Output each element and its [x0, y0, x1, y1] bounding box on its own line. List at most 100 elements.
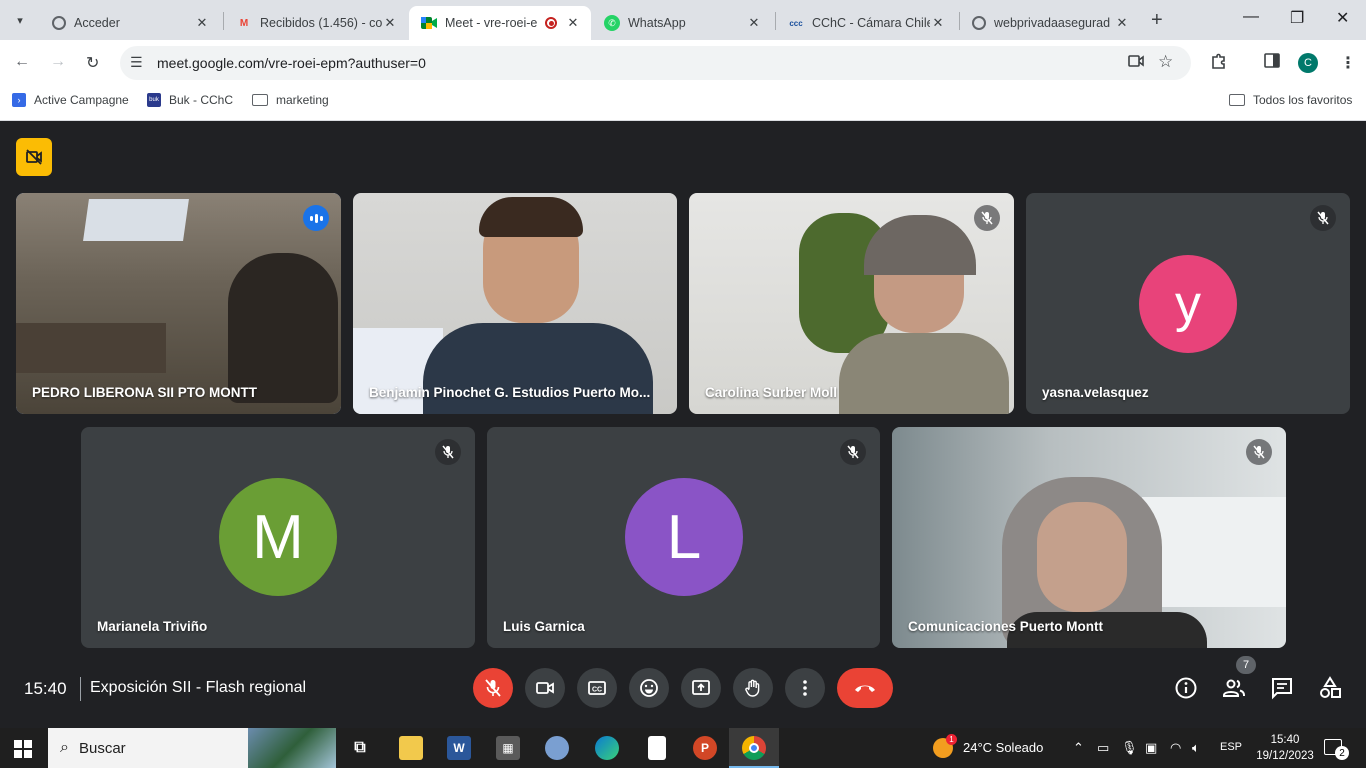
- volume-icon[interactable]: 🔈︎: [1192, 740, 1200, 756]
- powerpoint-icon[interactable]: P: [693, 736, 717, 760]
- minimize-button[interactable]: —: [1243, 8, 1259, 26]
- leave-call-button[interactable]: [837, 668, 893, 708]
- mic-toggle-button[interactable]: [473, 668, 513, 708]
- meet-icon: [421, 15, 437, 31]
- taskbar-clock[interactable]: 15:40 19/12/2023: [1255, 732, 1315, 764]
- weather-sun-icon[interactable]: 1: [933, 734, 957, 758]
- emoji-icon: [640, 679, 658, 697]
- chrome-taskbar-button[interactable]: [729, 728, 779, 768]
- people-icon: [1223, 679, 1245, 697]
- calculator-icon[interactable]: ▦: [496, 736, 520, 760]
- participant-name: Luis Garnica: [503, 619, 585, 634]
- chat-button[interactable]: [1268, 674, 1296, 702]
- participant-tile-luis[interactable]: L Luis Garnica: [487, 427, 880, 648]
- participant-tile-carolina[interactable]: Carolina Surber Moll: [689, 193, 1014, 414]
- raise-hand-button[interactable]: [733, 668, 773, 708]
- close-tab-icon[interactable]: ✕: [1114, 15, 1130, 31]
- svg-text:CC: CC: [592, 687, 602, 694]
- reactions-button[interactable]: [629, 668, 669, 708]
- present-screen-button[interactable]: [681, 668, 721, 708]
- reload-button[interactable]: ↻: [86, 53, 99, 73]
- hang-up-icon: [855, 685, 875, 692]
- side-panel-icon[interactable]: [1264, 53, 1280, 73]
- close-tab-icon[interactable]: ✕: [194, 15, 210, 31]
- people-button[interactable]: [1220, 674, 1248, 702]
- meeting-title: Exposición SII - Flash regional: [90, 679, 307, 696]
- notifications-icon[interactable]: 2: [1324, 739, 1349, 760]
- new-tab-button[interactable]: +: [1151, 9, 1163, 32]
- paint-icon[interactable]: [545, 736, 569, 760]
- closed-captions-icon: CC: [588, 681, 606, 695]
- participant-video: [353, 193, 677, 414]
- language-indicator[interactable]: ESP: [1220, 741, 1242, 753]
- task-view-icon[interactable]: ⧉: [348, 736, 372, 760]
- more-options-button[interactable]: [785, 668, 825, 708]
- participant-tile-comunicaciones[interactable]: Comunicaciones Puerto Montt: [892, 427, 1286, 648]
- captions-button[interactable]: CC: [577, 668, 617, 708]
- chrome-menu-icon[interactable]: ⋮: [1340, 53, 1356, 73]
- recording-icon: [545, 17, 557, 29]
- url-text[interactable]: meet.google.com/vre-roei-epm?authuser=0: [157, 55, 426, 71]
- file-explorer-icon[interactable]: [399, 736, 423, 760]
- camera-icon[interactable]: [1128, 54, 1144, 72]
- tab-webprivada[interactable]: webprivadaasegurad ✕: [960, 6, 1140, 40]
- camera-off-indicator-icon[interactable]: [16, 138, 52, 176]
- site-info-icon[interactable]: ☰: [130, 54, 143, 71]
- close-window-button[interactable]: ✕: [1336, 8, 1349, 28]
- document-icon[interactable]: [648, 736, 666, 760]
- tray-overflow-icon[interactable]: ⌃: [1073, 740, 1084, 756]
- bookmark-buk[interactable]: buk Buk - CChC: [147, 93, 233, 107]
- participant-tile-pedro[interactable]: PEDRO LIBERONA SII PTO MONTT: [16, 193, 341, 414]
- back-button[interactable]: ←: [14, 53, 30, 71]
- muted-mic-icon: [1310, 205, 1336, 231]
- tab-acceder[interactable]: Acceder ✕: [40, 6, 220, 40]
- tab-meet[interactable]: Meet - vre-roei-e ✕: [409, 6, 591, 40]
- bookmark-star-icon[interactable]: ☆: [1158, 52, 1173, 72]
- buk-icon: buk: [147, 93, 161, 107]
- edge-icon[interactable]: [595, 736, 619, 760]
- close-tab-icon[interactable]: ✕: [930, 15, 946, 31]
- tab-gmail[interactable]: M Recibidos (1.456) - co ✕: [224, 6, 408, 40]
- participant-name: Marianela Triviño: [97, 619, 208, 634]
- search-highlight-image: [248, 728, 336, 768]
- participant-avatar: M: [219, 478, 337, 596]
- bookmark-marketing-folder[interactable]: marketing: [252, 93, 329, 107]
- taskbar-search[interactable]: ⌕ Buscar: [48, 728, 336, 768]
- tab-cchc[interactable]: ccc CChC - Cámara Chile ✕: [776, 6, 956, 40]
- tab-search-button[interactable]: ▾: [8, 8, 32, 32]
- tab-whatsapp[interactable]: ✆ WhatsApp ✕: [592, 6, 772, 40]
- weather-text[interactable]: 24°C Soleado: [963, 740, 1043, 755]
- profile-avatar[interactable]: C: [1298, 53, 1318, 73]
- activecampaign-icon: ›: [12, 93, 26, 107]
- close-tab-icon[interactable]: ✕: [382, 15, 398, 31]
- extensions-icon[interactable]: [1210, 53, 1227, 75]
- word-icon[interactable]: W: [447, 736, 471, 760]
- address-bar[interactable]: ☰ meet.google.com/vre-roei-epm?authuser=…: [120, 46, 1191, 80]
- close-tab-icon[interactable]: ✕: [746, 15, 762, 31]
- participant-name: Comunicaciones Puerto Montt: [908, 619, 1104, 634]
- camera-privacy-icon[interactable]: ▣: [1145, 740, 1157, 756]
- restore-button[interactable]: ❐: [1290, 8, 1304, 28]
- activities-button[interactable]: [1316, 674, 1344, 702]
- participant-tile-marianela[interactable]: M Marianela Triviño: [81, 427, 475, 648]
- wifi-icon[interactable]: ◠: [1170, 740, 1181, 756]
- divider: [80, 677, 81, 701]
- all-bookmarks-button[interactable]: Todos los favoritos: [1229, 93, 1352, 107]
- windows-taskbar: ⌕ Buscar ⧉ W ▦ P 1 24°C Soleado ⌃ ▭ 🎙︎ ▣…: [0, 728, 1366, 768]
- muted-mic-icon: [840, 439, 866, 465]
- globe-icon: [972, 16, 986, 30]
- participant-tile-benjamin[interactable]: Benjamin Pinochet G. Estudios Puerto Mo.…: [353, 193, 677, 414]
- raise-hand-icon: [745, 679, 760, 697]
- camera-toggle-button[interactable]: [525, 668, 565, 708]
- microphone-icon[interactable]: 🎙︎: [1121, 740, 1138, 756]
- forward-button[interactable]: →: [50, 53, 66, 71]
- muted-mic-icon: [974, 205, 1000, 231]
- participant-tile-yasna[interactable]: y yasna.velasquez: [1026, 193, 1350, 414]
- battery-icon[interactable]: ▭: [1097, 740, 1109, 756]
- close-tab-icon[interactable]: ✕: [565, 15, 581, 31]
- windows-start-icon[interactable]: [14, 740, 32, 758]
- gmail-icon: M: [239, 17, 249, 29]
- bookmark-active-campagne[interactable]: › Active Campagne: [12, 93, 129, 107]
- participant-name: yasna.velasquez: [1042, 385, 1149, 400]
- meeting-details-button[interactable]: [1172, 674, 1200, 702]
